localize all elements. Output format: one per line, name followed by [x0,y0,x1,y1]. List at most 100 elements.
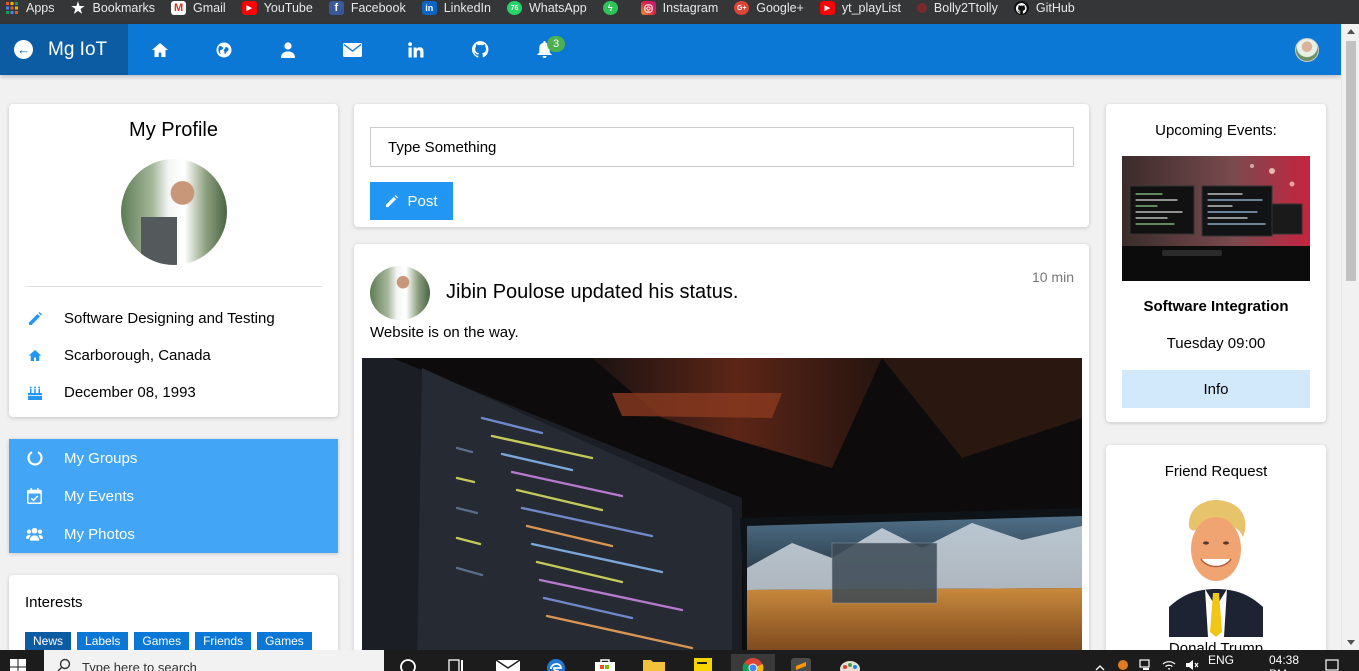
file-explorer-icon[interactable] [643,658,665,671]
taskbar-search-placeholder: Type here to search [82,660,197,671]
bolly-icon [916,3,927,13]
post-image[interactable] [362,358,1082,664]
bookmark-label: Bolly2Ttolly [933,1,998,15]
home-icon [152,42,168,57]
profile-photo [120,159,227,265]
volume-muted-icon[interactable] [1185,659,1199,671]
status-input[interactable]: Type Something [370,127,1074,167]
google-plus-icon: G+ [734,1,750,15]
facebook-icon: f [328,1,344,15]
bookmark-bookmarks[interactable]: ★ Bookmarks [71,0,155,17]
nav-globe[interactable] [192,24,256,75]
taskbar-search-box[interactable]: Type here to search [44,650,384,671]
post-text: Website is on the way. [370,324,519,341]
bookmark-linkedin[interactable]: in LinkedIn [421,1,491,15]
brand-link[interactable]: ← Mg IoT [0,24,128,75]
bookmark-label: yt_playList [841,1,901,15]
bookmark-label: Instagram [662,1,719,15]
friend-photo[interactable] [1169,497,1263,637]
events-title: Upcoming Events: [1155,122,1277,139]
store-icon[interactable] [594,658,616,671]
nav-github[interactable] [448,24,512,75]
bookmark-bolt[interactable]: ϟ [602,1,625,15]
network-icon[interactable] [1139,659,1153,671]
post-author-avatar[interactable] [370,266,430,320]
interest-tag[interactable]: Games [257,632,312,651]
bookmark-bolly2ttolly[interactable]: Bolly2Ttolly [916,1,998,15]
language-indicator[interactable]: ENG [1208,653,1234,667]
bookmark-apps[interactable]: Apps [4,1,55,15]
interest-tag[interactable]: Friends [195,632,252,651]
profile-location-text: Scarborough, Canada [64,347,211,364]
bookmark-facebook[interactable]: f Facebook [328,1,406,15]
windows-start-icon[interactable] [10,659,26,671]
nav-home[interactable] [128,24,192,75]
bookmark-google-plus[interactable]: G+ Google+ [734,1,804,15]
sublime-text-icon[interactable] [791,658,811,671]
menu-item-groups[interactable]: My Groups [9,439,338,477]
status-post: Jibin Poulose updated his status. 10 min… [354,244,1089,664]
user-avatar[interactable] [1295,38,1319,62]
pencil-icon [28,311,42,326]
user-icon [281,41,295,58]
bookmark-youtube[interactable]: ▶ YouTube [241,1,313,15]
side-menu: My Groups My Events My Photos [9,439,338,553]
bookmark-instagram[interactable]: Instagram [640,1,719,15]
notification-badge: 3 [547,36,566,52]
nav-linkedin[interactable] [384,24,448,75]
envelope-icon [342,42,362,57]
task-view-icon[interactable] [447,658,465,671]
page-scrollbar[interactable] [1341,24,1359,650]
nav-notifications[interactable]: 3 [512,24,576,75]
globe-icon [216,42,232,57]
event-info-button[interactable]: Info [1122,370,1310,408]
bookmark-gmail[interactable]: M Gmail [171,1,226,15]
interests-title: Interests [25,594,83,611]
chevron-up-icon[interactable] [1095,660,1105,671]
bookmark-label: Facebook [350,1,406,15]
event-image[interactable] [1122,156,1310,281]
star-icon: ★ [71,0,85,17]
cortana-icon[interactable] [399,658,417,671]
scroll-up-arrow-icon[interactable] [1347,29,1355,34]
instagram-icon [640,1,656,15]
windows-taskbar: Type here to search ENG 04:38 [0,650,1359,671]
mail-app-icon[interactable] [495,658,521,671]
chrome-taskbar-button[interactable] [731,654,775,671]
bookmark-yt-playlist[interactable]: ▶ yt_playList [819,1,901,15]
edge-icon[interactable] [546,658,566,671]
nav-messages[interactable] [320,24,384,75]
linkedin-icon: in [421,1,437,15]
pencil-icon [385,194,399,208]
nav-profile[interactable] [256,24,320,75]
action-center-icon[interactable] [1325,659,1339,671]
bookmarks-bar: Apps ★ Bookmarks M Gmail ▶ YouTube f Fac… [0,0,1359,24]
linkedin-icon [408,41,424,57]
post-button[interactable]: Post [370,182,453,220]
wifi-icon[interactable] [1162,659,1176,671]
bookmark-label: WhatsApp [528,1,587,15]
event-time: Tuesday 09:00 [1166,335,1266,352]
taskbar-clock[interactable]: 04:38 PM [1269,653,1299,671]
interest-tag[interactable]: Games [134,632,190,651]
menu-item-label: My Events [64,487,135,505]
top-navbar: ← Mg IoT 3 [0,24,1341,75]
paint-icon[interactable] [839,658,861,671]
sticky-notes-icon[interactable] [694,658,712,671]
bookmark-whatsapp[interactable]: 76 WhatsApp [506,1,587,15]
tray-app-icon[interactable] [1117,659,1129,671]
brand-title: Mg IoT [48,38,108,60]
scroll-down-arrow-icon[interactable] [1347,640,1355,645]
interest-tag[interactable]: News [25,632,72,651]
calendar-check-icon [26,488,43,505]
post-composer: Type Something Post [354,104,1089,227]
profile-title: My Profile [129,119,218,141]
bookmark-github[interactable]: GitHub [1013,1,1075,15]
friend-request-title: Friend Request [1164,463,1268,480]
menu-item-photos[interactable]: My Photos [9,515,338,553]
interest-tag[interactable]: Labels [77,632,129,651]
scrollbar-thumb[interactable] [1346,41,1356,281]
github-icon [471,41,488,58]
bookmark-label: Gmail [193,1,226,15]
menu-item-events[interactable]: My Events [9,477,338,515]
